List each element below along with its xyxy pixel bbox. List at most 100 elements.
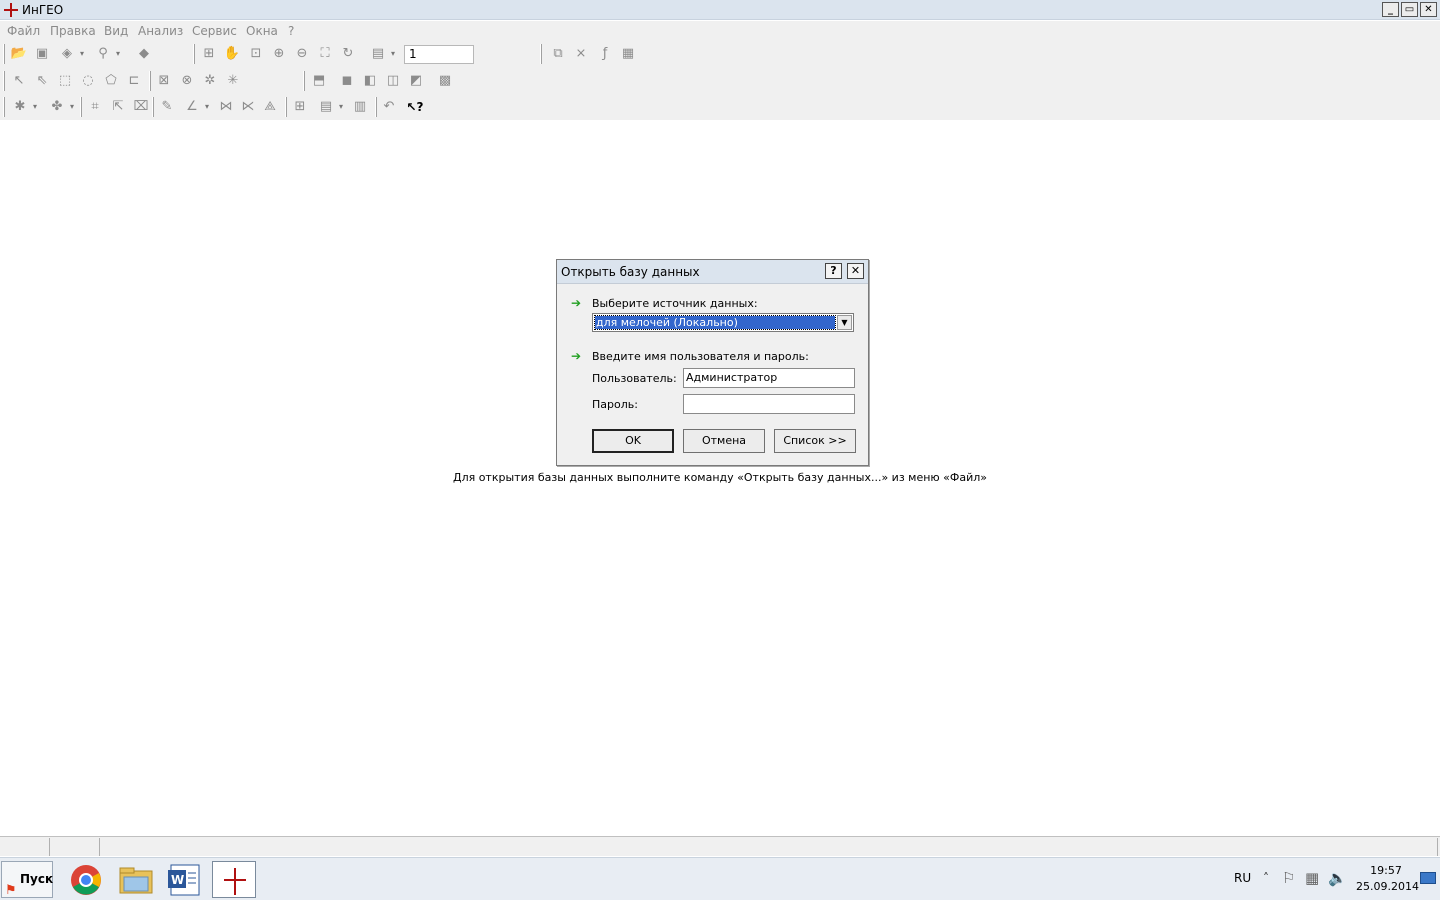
table-copy-icon[interactable]: ⧉	[548, 44, 568, 64]
split-icon[interactable]: ⋈	[216, 97, 236, 117]
draw-point-icon[interactable]: ✎	[157, 97, 177, 117]
menu-windows[interactable]: Окна	[246, 24, 278, 38]
save-icon[interactable]: ▣	[32, 44, 52, 64]
open-hint-text: Для открытия базы данных выполните коман…	[452, 471, 988, 484]
green-arrow-icon: ➔	[571, 296, 582, 310]
page-number-field[interactable]: 1	[404, 45, 474, 64]
folder-icon	[119, 867, 153, 894]
toolbar-grip	[149, 71, 151, 91]
menu-help[interactable]: ?	[288, 24, 294, 38]
chrome-icon	[71, 865, 101, 895]
join-icon[interactable]: ⋉	[238, 97, 258, 117]
layers-icon[interactable]: ◆	[134, 44, 154, 64]
toolbar-grip	[303, 71, 305, 91]
explorer-taskbar-item[interactable]	[114, 861, 158, 898]
clock-time: 19:57	[1370, 864, 1402, 877]
action-center-flag-icon[interactable]: ⚐	[1282, 869, 1295, 887]
close-window-button[interactable]: ✕	[1420, 2, 1437, 17]
select-polygon-icon[interactable]: ⬠	[101, 71, 121, 91]
intersect-icon[interactable]: ◫	[383, 71, 403, 91]
pan-hand-icon[interactable]: ✋	[222, 44, 242, 64]
select-rect-icon[interactable]: ⬚	[55, 71, 75, 91]
list-button[interactable]: Список >>	[774, 429, 856, 453]
toolbar-grip	[193, 44, 195, 64]
volume-icon[interactable]: 🔈	[1328, 869, 1347, 887]
table-formula-icon[interactable]: ƒ	[595, 44, 615, 64]
table-view-icon[interactable]: ▤	[316, 97, 343, 117]
eraser-icon[interactable]: ◈	[57, 44, 84, 64]
zoom-window-icon[interactable]: ⊡	[246, 44, 266, 64]
select-layer-icon[interactable]: ⊏	[124, 71, 144, 91]
network-icon[interactable]: ▦	[1305, 869, 1319, 887]
select-all-icon[interactable]: ⊠	[154, 71, 174, 91]
toolbar-area: 📂 ▣ ◈ ⚲ ◆ ⊞ ✋ ⊡ ⊕ ⊖ ⛶ ↻ ▤ 1 ⧉ ⨯ ƒ ▦ ↖ ⇖ …	[0, 41, 1440, 120]
minimize-button[interactable]: _	[1382, 2, 1399, 17]
select-circle-icon[interactable]: ◌	[78, 71, 98, 91]
dialog-title: Открыть базу данных	[561, 265, 700, 279]
dialog-close-button[interactable]: ✕	[847, 263, 864, 279]
find-icon[interactable]: ⚲	[93, 44, 120, 64]
menu-bar: Файл Правка Вид Анализ Сервис Окна ?	[0, 21, 1440, 41]
password-field[interactable]	[683, 394, 855, 414]
zoom-out-icon[interactable]: ⊖	[292, 44, 312, 64]
table-grid-icon[interactable]: ▦	[618, 44, 638, 64]
layer-up-icon[interactable]: ⬒	[309, 71, 329, 91]
union-icon[interactable]: ◼	[337, 71, 357, 91]
table-delete-icon[interactable]: ⨯	[571, 44, 591, 64]
menu-file[interactable]: Файл	[7, 24, 40, 38]
user-field[interactable]: Администратор	[683, 368, 855, 388]
semantics-icon[interactable]: ⊞	[290, 97, 310, 117]
ingeo-taskbar-item[interactable]	[212, 861, 256, 898]
refresh-view-icon[interactable]: ↻	[338, 44, 358, 64]
data-source-combobox[interactable]: для мелочей (Локально) ▼	[592, 313, 854, 332]
merge-icon[interactable]: ▩	[435, 71, 455, 91]
menu-view[interactable]: Вид	[104, 24, 128, 38]
menu-analysis[interactable]: Анализ	[138, 24, 183, 38]
delete-object-icon[interactable]: ⌧	[131, 97, 151, 117]
chrome-taskbar-item[interactable]	[64, 861, 108, 898]
show-desktop-icon[interactable]	[1420, 872, 1436, 884]
toolbar-grip	[3, 44, 5, 64]
start-button[interactable]: ⚑ Пуск	[1, 861, 53, 898]
zoom-all-icon[interactable]: ⛶	[315, 44, 335, 64]
topology-icon[interactable]: ⟁	[260, 97, 280, 117]
toolbar-grip	[540, 44, 542, 64]
show-hidden-icons-icon[interactable]: ˄	[1263, 871, 1269, 885]
draw-line-icon[interactable]: ∠	[182, 97, 209, 117]
select-arrow-icon[interactable]: ↖	[9, 71, 29, 91]
svg-text:W: W	[171, 873, 184, 887]
restore-button[interactable]: ▭	[1401, 2, 1418, 17]
report-icon[interactable]: ▥	[350, 97, 370, 117]
open-database-icon[interactable]: 📂	[9, 44, 29, 64]
add-object-icon[interactable]: ✱	[10, 97, 37, 117]
edit-contour-icon[interactable]: ⌗	[85, 97, 105, 117]
menu-service[interactable]: Сервис	[192, 24, 237, 38]
toolbar-grip	[80, 97, 82, 117]
status-pane	[52, 838, 100, 856]
exclude-icon[interactable]: ◩	[406, 71, 426, 91]
ok-button[interactable]: OK	[592, 429, 674, 453]
status-pane	[0, 838, 50, 856]
menu-edit[interactable]: Правка	[50, 24, 96, 38]
clock[interactable]: 19:57 25.09.2014	[1356, 863, 1419, 895]
add-layer-icon[interactable]: ✤	[47, 97, 74, 117]
toolbar-grip	[375, 97, 377, 117]
dialog-help-button[interactable]: ?	[825, 263, 842, 279]
move-object-icon[interactable]: ⇱	[108, 97, 128, 117]
subtract-icon[interactable]: ◧	[360, 71, 380, 91]
select-node-icon[interactable]: ⇖	[32, 71, 52, 91]
context-help-icon[interactable]: ↖?	[405, 97, 425, 117]
zoom-in-icon[interactable]: ⊕	[269, 44, 289, 64]
invert-selection-icon[interactable]: ⊗	[177, 71, 197, 91]
chevron-down-icon[interactable]: ▼	[837, 315, 852, 330]
undo-icon[interactable]: ↶	[379, 97, 399, 117]
zoom-extent-icon[interactable]: ⊞	[199, 44, 219, 64]
dialog-titlebar: Открыть базу данных ? ✕	[557, 260, 868, 284]
cancel-button[interactable]: Отмена	[683, 429, 765, 453]
page-select-icon[interactable]: ▤	[368, 44, 395, 64]
toolbar-row-1: 📂 ▣ ◈ ⚲ ◆ ⊞ ✋ ⊡ ⊕ ⊖ ⛶ ↻ ▤ 1 ⧉ ⨯ ƒ ▦	[0, 41, 1440, 67]
word-taskbar-item[interactable]: W	[163, 861, 207, 898]
select-related-icon[interactable]: ✲	[200, 71, 220, 91]
language-indicator[interactable]: RU	[1234, 871, 1251, 885]
deselect-icon[interactable]: ✳	[223, 71, 243, 91]
